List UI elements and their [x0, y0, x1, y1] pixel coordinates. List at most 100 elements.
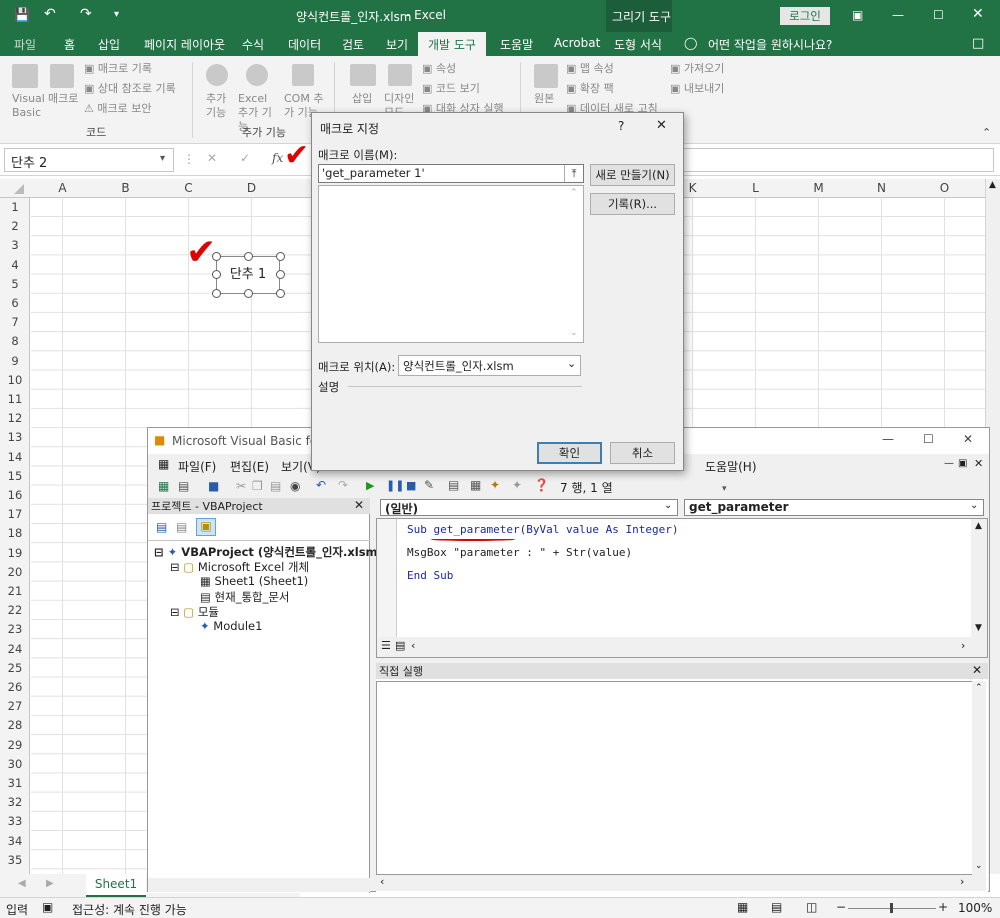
- row-header[interactable]: 28: [0, 718, 30, 732]
- toolbox-icon[interactable]: ✦: [512, 478, 522, 492]
- sheet-tab-sheet1[interactable]: Sheet1: [86, 874, 146, 897]
- immediate-vscrollbar[interactable]: ⌃ ⌄: [972, 681, 986, 875]
- column-header[interactable]: D: [220, 181, 283, 195]
- quick-access-dropdown-icon[interactable]: ▾: [114, 9, 119, 20]
- new-macro-button[interactable]: 새로 만들기(N): [590, 164, 675, 186]
- row-header[interactable]: 33: [0, 814, 30, 828]
- cancel-icon[interactable]: ✕: [207, 151, 217, 165]
- prev-sheet-icon[interactable]: ◀: [18, 878, 26, 889]
- collapse-dialog-icon[interactable]: ⤒: [564, 165, 583, 182]
- redo-icon[interactable]: ↷: [80, 6, 92, 22]
- zoom-out-icon[interactable]: −: [836, 900, 846, 914]
- column-header[interactable]: O: [913, 181, 976, 195]
- relative-ref-button[interactable]: ▣ 상대 참조로 기록: [84, 82, 176, 96]
- run-icon[interactable]: ▶: [366, 479, 374, 492]
- tree-workbook[interactable]: ▤ 현재_통합_문서: [200, 589, 290, 605]
- row-header[interactable]: 24: [0, 642, 30, 656]
- macro-list-scroll-up-icon[interactable]: ⌃: [570, 188, 578, 198]
- project-hscrollbar[interactable]: [148, 878, 370, 892]
- row-header[interactable]: 13: [0, 430, 30, 444]
- dialog-close-icon[interactable]: ✕: [656, 118, 667, 133]
- properties-window-icon[interactable]: ▦: [470, 478, 481, 492]
- tab-help[interactable]: 도움말: [500, 36, 533, 53]
- resize-handle[interactable]: [244, 252, 253, 261]
- vbe-redo-icon[interactable]: ↷: [338, 478, 348, 492]
- macro-list[interactable]: ⌃ ⌄: [318, 185, 584, 343]
- vbe-menu-edit[interactable]: 편집(E): [230, 458, 269, 475]
- vbe-menu-help[interactable]: 도움말(H): [705, 458, 757, 475]
- properties-button[interactable]: ▣ 속성: [422, 62, 456, 76]
- object-combo[interactable]: (일반): [380, 499, 678, 516]
- page-break-view-icon[interactable]: ◫: [806, 900, 817, 914]
- cut-icon[interactable]: ✂: [236, 479, 246, 493]
- row-header[interactable]: 25: [0, 661, 30, 675]
- login-button[interactable]: 로그인: [780, 7, 830, 25]
- immediate-window[interactable]: 직접 실행 ✕ ⌃ ⌄ ‹ ›: [376, 663, 988, 893]
- resize-handle[interactable]: [276, 252, 285, 261]
- record-macro-button[interactable]: ▣ 매크로 기록: [84, 62, 152, 76]
- row-header[interactable]: 3: [0, 238, 30, 252]
- tab-review[interactable]: 검토: [342, 36, 364, 53]
- row-header[interactable]: 29: [0, 738, 30, 752]
- row-header[interactable]: 31: [0, 776, 30, 790]
- tree-modules[interactable]: ⊟ ▢ 모듈: [170, 604, 219, 620]
- row-header[interactable]: 16: [0, 488, 30, 502]
- column-header[interactable]: M: [787, 181, 850, 195]
- tree-vbaproject[interactable]: ⊟ ✦ VBAProject (양식컨트롤_인자.xlsm): [154, 544, 383, 560]
- row-header[interactable]: 7: [0, 315, 30, 329]
- name-box-dropdown-icon[interactable]: ▾: [160, 153, 165, 164]
- tab-insert[interactable]: 삽입: [98, 36, 120, 53]
- view-object-icon[interactable]: ▤: [176, 520, 187, 534]
- project-explorer-icon[interactable]: ▤: [448, 478, 459, 492]
- collapse-ribbon-icon[interactable]: ⌃: [982, 126, 991, 140]
- tab-data[interactable]: 데이터: [288, 36, 321, 53]
- undo-icon[interactable]: ↶: [44, 6, 56, 22]
- row-header[interactable]: 26: [0, 680, 30, 694]
- macro-security-button[interactable]: ⚠ 매크로 보안: [84, 102, 151, 116]
- row-header[interactable]: 34: [0, 834, 30, 848]
- immediate-scroll-left-icon[interactable]: ‹: [380, 875, 384, 888]
- row-header[interactable]: 21: [0, 584, 30, 598]
- code-editor[interactable]: Sub get_parameter(ByVal value As Integer…: [376, 518, 988, 658]
- row-header[interactable]: 14: [0, 450, 30, 464]
- code-hscrollbar[interactable]: ☰ ▤ ‹ ›: [377, 637, 987, 657]
- row-header[interactable]: 22: [0, 603, 30, 617]
- comments-icon[interactable]: □: [972, 36, 984, 51]
- help-icon[interactable]: ❓: [534, 478, 549, 492]
- insert-function-icon[interactable]: fx: [272, 151, 283, 165]
- view-excel-icon[interactable]: ▦: [158, 479, 169, 493]
- dialog-help-button[interactable]: ?: [618, 119, 624, 133]
- row-header[interactable]: 35: [0, 853, 30, 867]
- page-layout-view-icon[interactable]: ▤: [771, 900, 782, 914]
- tab-home[interactable]: 홈: [64, 36, 75, 53]
- scroll-up-icon[interactable]: ▲: [989, 180, 996, 190]
- resize-handle[interactable]: [244, 289, 253, 298]
- tab-page-layout[interactable]: 페이지 레이아웃: [144, 36, 225, 53]
- visual-basic-button[interactable]: Visual Basic: [12, 92, 45, 120]
- select-all-icon[interactable]: [14, 184, 24, 194]
- code-scroll-up-icon[interactable]: ▲: [975, 521, 982, 531]
- procedure-combo-arrow-icon[interactable]: ⌄: [970, 500, 978, 511]
- location-dropdown-icon[interactable]: ⌄: [567, 357, 576, 370]
- row-header[interactable]: 20: [0, 565, 30, 579]
- record-macro-dialog-button[interactable]: 기록(R)...: [590, 193, 675, 215]
- design-mode-toggle-icon[interactable]: ✎: [424, 478, 434, 492]
- paste-icon[interactable]: ▤: [270, 479, 281, 493]
- resize-handle[interactable]: [212, 289, 221, 298]
- immediate-scroll-right-icon[interactable]: ›: [960, 875, 964, 888]
- code-scroll-down-icon[interactable]: ▼: [975, 623, 982, 633]
- row-header[interactable]: 1: [0, 200, 30, 214]
- vbe-maximize-icon[interactable]: ☐: [923, 432, 934, 446]
- row-header[interactable]: 15: [0, 469, 30, 483]
- vbe-save-icon[interactable]: ■: [208, 479, 219, 493]
- vbe-mdi-close-icon[interactable]: ✕: [974, 457, 983, 470]
- immediate-scroll-down-icon[interactable]: ⌄: [975, 861, 983, 871]
- vbe-undo-icon[interactable]: ↶: [316, 478, 326, 492]
- row-header[interactable]: 5: [0, 277, 30, 291]
- tab-developer[interactable]: 개발 도구: [418, 32, 486, 56]
- name-box[interactable]: 단추 2: [4, 148, 174, 172]
- tab-acrobat[interactable]: Acrobat: [554, 36, 600, 50]
- row-header[interactable]: 10: [0, 373, 30, 387]
- macro-name-input[interactable]: 'get_parameter 1': [318, 164, 584, 183]
- tab-formulas[interactable]: 수식: [242, 36, 264, 53]
